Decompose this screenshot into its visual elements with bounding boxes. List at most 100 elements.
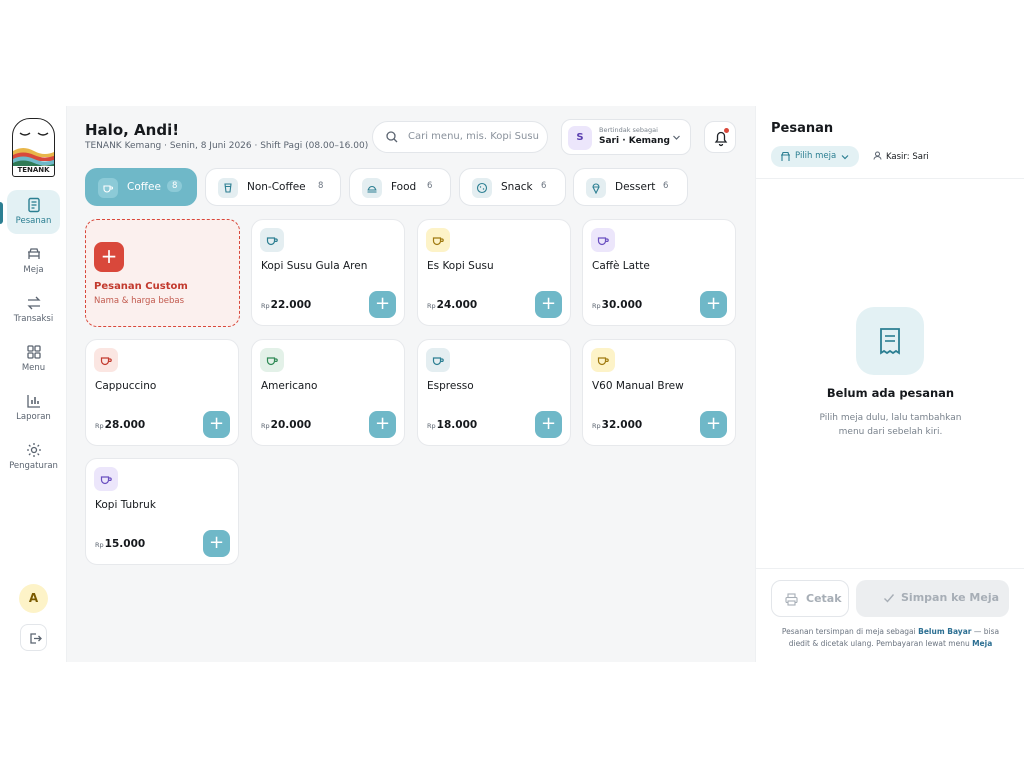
custom-order-title: Pesanan Custom <box>94 281 188 292</box>
ice-cream-icon <box>586 178 606 198</box>
print-button-label: Cetak <box>806 592 842 605</box>
menu-card[interactable]: Americano Rp20.000 + <box>251 339 405 446</box>
menu-item-price: Rp18.000 <box>427 419 478 431</box>
coffee-cup-icon <box>591 348 615 372</box>
nav-transaksi[interactable]: Transaksi <box>7 288 60 332</box>
menu-item-name: Es Kopi Susu <box>427 260 494 272</box>
logo-text: TENANK <box>13 166 54 174</box>
empty-state-title: Belum ada pesanan <box>826 386 955 400</box>
menu-item-price: Rp30.000 <box>592 299 643 311</box>
nav-pengaturan-label: Pengaturan <box>9 461 58 471</box>
cookie-icon <box>472 178 492 198</box>
notification-dot <box>724 128 729 133</box>
add-item-button[interactable]: + <box>203 411 230 438</box>
nav-pesanan[interactable]: Pesanan <box>7 190 60 234</box>
add-item-button[interactable]: + <box>203 530 230 557</box>
tab-snack-label: Snack <box>501 181 533 193</box>
notification-button[interactable] <box>704 121 736 153</box>
save-button-label: Simpan ke Meja <box>901 591 1000 604</box>
menu-card[interactable]: Espresso Rp18.000 + <box>417 339 571 446</box>
coffee-cup-icon <box>426 228 450 252</box>
add-item-button[interactable]: + <box>369 411 396 438</box>
chevron-down-icon <box>673 135 680 140</box>
tab-dessert-label: Dessert <box>615 181 656 193</box>
tab-coffee-count: 8 <box>167 180 183 192</box>
search-placeholder: Cari menu, mis. Kopi Susu <box>408 131 539 142</box>
receipt-icon <box>27 197 40 213</box>
cup-icon <box>218 178 238 198</box>
coffee-cup-icon <box>426 348 450 372</box>
print-button[interactable]: Cetak <box>771 580 849 617</box>
add-item-button[interactable]: + <box>369 291 396 318</box>
menu-item-name: Kopi Susu Gula Aren <box>261 260 368 272</box>
pick-table-label: Pilih meja <box>795 151 837 161</box>
tab-food-label: Food <box>391 181 417 193</box>
menu-item-price: Rp15.000 <box>95 538 146 550</box>
menu-item-price: Rp20.000 <box>261 419 312 431</box>
acting-name: Sari · Kemang <box>599 136 670 146</box>
save-note: Pesanan tersimpan di meja sebagai Belum … <box>781 627 1000 648</box>
menu-card[interactable]: Caffè Latte Rp30.000 + <box>582 219 736 326</box>
add-item-button[interactable]: + <box>535 411 562 438</box>
user-avatar[interactable]: A <box>19 584 48 613</box>
printer-icon <box>785 593 798 606</box>
nav-transaksi-label: Transaksi <box>13 314 54 324</box>
greeting-title: Halo, Andi! <box>85 121 180 139</box>
tab-dessert[interactable]: Dessert 6 <box>573 168 688 206</box>
user-icon <box>873 151 882 160</box>
menu-item-price: Rp24.000 <box>427 299 478 311</box>
pos-app: TENANK Pesanan Meja Transaksi Menu Lapor… <box>0 106 1024 662</box>
nav-menu[interactable]: Menu <box>7 337 60 381</box>
menu-card[interactable]: Es Kopi Susu Rp24.000 + <box>417 219 571 326</box>
menu-search-input[interactable]: Cari menu, mis. Kopi Susu <box>372 121 548 153</box>
menu-card[interactable]: V60 Manual Brew Rp32.000 + <box>582 339 736 446</box>
tab-non-coffee[interactable]: Non-Coffee 8 <box>205 168 341 206</box>
tab-coffee[interactable]: Coffee 8 <box>85 168 197 206</box>
save-to-table-button[interactable]: Simpan ke Meja <box>856 580 1009 617</box>
add-custom-order-button[interactable]: + <box>94 242 124 272</box>
nav-menu-label: Menu <box>21 363 46 373</box>
nav-laporan[interactable]: Laporan <box>7 386 60 430</box>
table-icon <box>781 151 790 161</box>
add-item-button[interactable]: + <box>700 291 727 318</box>
logout-icon <box>30 633 42 644</box>
main-area: Halo, Andi! TENANK Kemang · Senin, 8 Jun… <box>67 106 755 662</box>
tab-snack[interactable]: Snack 6 <box>459 168 566 206</box>
tab-food[interactable]: Food 6 <box>349 168 451 206</box>
menu-item-price: Rp32.000 <box>592 419 643 431</box>
logout-button[interactable] <box>20 624 47 651</box>
nav-pengaturan[interactable]: Pengaturan <box>7 435 60 479</box>
custom-order-card[interactable]: + Pesanan Custom Nama & harga bebas <box>85 219 240 327</box>
cashier-info: Kasir: Sari <box>873 151 929 162</box>
order-panel: Pesanan Pilih meja Kasir: Sari Belum ada… <box>755 106 1024 662</box>
coffee-cup-icon <box>98 178 118 198</box>
coffee-cup-icon <box>260 348 284 372</box>
menu-card[interactable]: Kopi Tubruk Rp15.000 + <box>85 458 239 565</box>
order-panel-title: Pesanan <box>771 121 834 136</box>
add-item-button[interactable]: + <box>700 411 727 438</box>
coffee-cup-icon <box>94 467 118 491</box>
empty-state-subtitle: Pilih meja dulu, lalu tambahkan menu dari… <box>819 413 962 437</box>
tenank-logo[interactable]: TENANK <box>12 118 55 177</box>
bell-icon <box>714 131 728 147</box>
nav-meja[interactable]: Meja <box>7 239 60 283</box>
table-icon <box>27 248 40 259</box>
menu-card[interactable]: Cappuccino Rp28.000 + <box>85 339 239 446</box>
chevron-down-icon <box>841 155 849 160</box>
add-item-button[interactable]: + <box>535 291 562 318</box>
menu-card[interactable]: Kopi Susu Gula Aren Rp22.000 + <box>251 219 405 326</box>
acting-as-selector[interactable]: S Bertindak sebagai Sari · Kemang <box>561 119 691 155</box>
check-icon <box>884 594 895 603</box>
pick-table-dropdown[interactable]: Pilih meja <box>771 146 859 167</box>
menu-item-name: Cappuccino <box>95 380 157 392</box>
menu-item-name: Kopi Tubruk <box>95 499 156 511</box>
tab-dessert-count: 6 <box>663 181 669 191</box>
tab-non-coffee-label: Non-Coffee <box>247 181 306 193</box>
empty-receipt-icon <box>856 307 924 375</box>
divider <box>756 178 1024 179</box>
bar-chart-icon <box>26 395 40 408</box>
menu-item-name: Espresso <box>427 380 474 392</box>
cashier-name: Kasir: Sari <box>886 152 929 162</box>
dish-icon <box>362 178 382 198</box>
nav-meja-label: Meja <box>23 265 44 275</box>
